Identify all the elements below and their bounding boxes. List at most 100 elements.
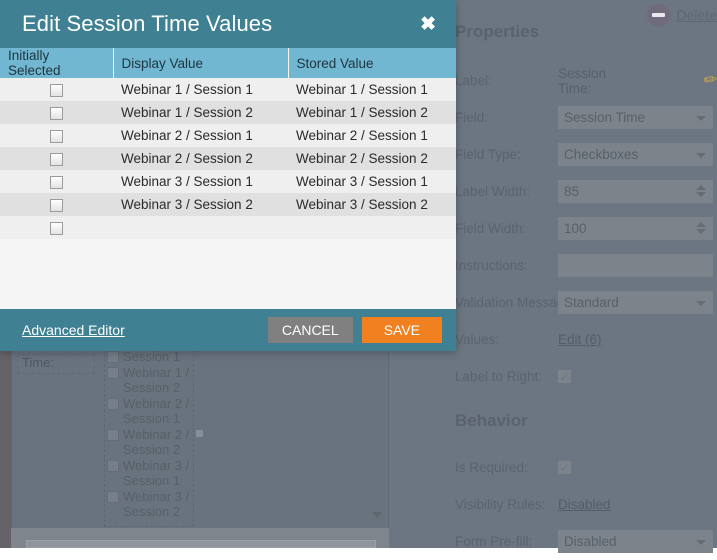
cell-initially-selected[interactable] bbox=[0, 147, 113, 170]
checkbox-icon[interactable] bbox=[107, 398, 119, 410]
table-row[interactable]: Webinar 3 / Session 2 Webinar 3 / Sessio… bbox=[0, 193, 456, 216]
close-icon[interactable]: ✖ bbox=[416, 13, 440, 36]
checkbox-icon[interactable] bbox=[50, 199, 63, 212]
cancel-button[interactable]: CANCEL bbox=[268, 317, 353, 343]
checkbox-icon[interactable] bbox=[50, 153, 63, 166]
property-label: Label: bbox=[455, 73, 558, 88]
table-row[interactable]: Webinar 3 / Session 1 Webinar 3 / Sessio… bbox=[0, 170, 456, 193]
validation-message-value: Standard bbox=[564, 295, 619, 310]
property-label: Field Width: bbox=[455, 221, 558, 236]
cell-display-value[interactable]: Webinar 1 / Session 2 bbox=[113, 101, 288, 124]
chevron-down-icon bbox=[696, 116, 706, 121]
cell-initially-selected[interactable] bbox=[0, 101, 113, 124]
cell-stored-value[interactable]: Webinar 1 / Session 2 bbox=[288, 101, 456, 124]
property-label: Visibility Rules: bbox=[455, 497, 558, 512]
values-edit-link[interactable]: Edit (6) bbox=[558, 332, 602, 347]
cell-display-value[interactable]: Webinar 2 / Session 2 bbox=[113, 147, 288, 170]
checkbox-icon[interactable] bbox=[107, 460, 119, 472]
field-width-stepper[interactable]: 100 bbox=[558, 217, 713, 240]
property-label: Instructions: bbox=[455, 258, 558, 273]
cell-stored-value[interactable]: Webinar 3 / Session 2 bbox=[288, 193, 456, 216]
is-required-checkbox[interactable]: ✓ bbox=[558, 461, 571, 474]
form-preview-option-label: Webinar 3 / Session 2 bbox=[123, 489, 191, 519]
field-select[interactable]: Session Time bbox=[558, 106, 713, 129]
form-preview-option[interactable]: Session 1 bbox=[107, 349, 191, 364]
cell-initially-selected[interactable] bbox=[0, 78, 113, 101]
stepper-arrows-icon[interactable] bbox=[696, 222, 706, 234]
dialog-title: Edit Session Time Values bbox=[22, 11, 272, 37]
form-preview-option[interactable]: Webinar 3 / Session 1 bbox=[107, 458, 191, 488]
cell-display-value[interactable]: Webinar 3 / Session 2 bbox=[113, 193, 288, 216]
form-preview-checkbox-group: Session 1 Webinar 1 / Session 2 Webinar … bbox=[104, 344, 194, 527]
form-prefill-value: Disabled bbox=[564, 534, 617, 549]
cell-stored-value[interactable]: Webinar 1 / Session 1 bbox=[288, 78, 456, 101]
resize-handle[interactable] bbox=[196, 430, 203, 437]
table-row-empty[interactable] bbox=[0, 216, 456, 239]
checkbox-icon[interactable] bbox=[107, 491, 119, 503]
table-row[interactable]: Webinar 2 / Session 1 Webinar 2 / Sessio… bbox=[0, 124, 456, 147]
checkbox-icon[interactable] bbox=[107, 351, 119, 363]
chevron-down-icon bbox=[696, 540, 706, 545]
cell-display-value[interactable]: Webinar 3 / Session 1 bbox=[113, 170, 288, 193]
cell-initially-selected[interactable] bbox=[0, 124, 113, 147]
validation-message-select[interactable]: Standard bbox=[558, 291, 713, 314]
field-type-select[interactable]: Checkboxes bbox=[558, 143, 713, 166]
save-button[interactable]: SAVE bbox=[362, 317, 442, 343]
cell-initially-selected[interactable] bbox=[0, 216, 113, 239]
property-row-values: Values: Edit (6) bbox=[455, 321, 717, 358]
instructions-input[interactable] bbox=[558, 254, 713, 277]
form-preview-option[interactable]: Webinar 2 / Session 2 bbox=[107, 427, 191, 457]
form-preview-field-label: Time: bbox=[17, 354, 95, 374]
form-preview-option-label: Webinar 2 / Session 2 bbox=[123, 427, 191, 457]
form-preview-canvas: Time: Session 1 Webinar 1 / Session 2 We… bbox=[11, 352, 389, 528]
advanced-editor-link[interactable]: Advanced Editor bbox=[22, 322, 125, 338]
stepper-arrows-icon[interactable] bbox=[696, 185, 706, 197]
property-label: Label Width: bbox=[455, 184, 558, 199]
cell-initially-selected[interactable] bbox=[0, 193, 113, 216]
cell-display-value[interactable]: Webinar 1 / Session 1 bbox=[113, 78, 288, 101]
label-width-value: 85 bbox=[564, 184, 579, 199]
cell-display-value[interactable]: Webinar 2 / Session 1 bbox=[113, 124, 288, 147]
cell-initially-selected[interactable] bbox=[0, 170, 113, 193]
column-header-initially-selected: Initially Selected bbox=[0, 48, 113, 78]
checkbox-icon[interactable] bbox=[50, 176, 63, 189]
property-row-label-width: Label Width: 85 bbox=[455, 173, 717, 210]
property-label: Values: bbox=[455, 332, 558, 347]
label-to-right-checkbox[interactable]: ✓ bbox=[558, 370, 571, 383]
table-row[interactable]: Webinar 1 / Session 2 Webinar 1 / Sessio… bbox=[0, 101, 456, 124]
field-width-value: 100 bbox=[564, 221, 587, 236]
pencil-edit-icon[interactable]: ✏ bbox=[703, 72, 717, 90]
property-row-form-prefill: Form Pre-fill: Disabled bbox=[455, 523, 717, 560]
cell-stored-value[interactable]: Webinar 2 / Session 2 bbox=[288, 147, 456, 170]
table-row[interactable]: Webinar 1 / Session 1 Webinar 1 / Sessio… bbox=[0, 78, 456, 101]
form-prefill-select[interactable]: Disabled bbox=[558, 530, 713, 553]
chevron-down-icon bbox=[696, 301, 706, 306]
form-preview-option-label: Webinar 1 / Session 2 bbox=[123, 365, 191, 395]
checkbox-icon[interactable] bbox=[50, 107, 63, 120]
cell-stored-value[interactable] bbox=[288, 216, 456, 239]
checkbox-icon[interactable] bbox=[107, 367, 119, 379]
table-empty-space bbox=[0, 239, 456, 294]
property-label: Label to Right: bbox=[455, 369, 558, 384]
table-row[interactable]: Webinar 2 / Session 2 Webinar 2 / Sessio… bbox=[0, 147, 456, 170]
cell-stored-value[interactable]: Webinar 3 / Session 1 bbox=[288, 170, 456, 193]
table-header-row: Initially Selected Display Value Stored … bbox=[0, 48, 456, 78]
checkbox-icon[interactable] bbox=[50, 130, 63, 143]
field-type-select-value: Checkboxes bbox=[564, 147, 638, 162]
visibility-rules-link[interactable]: Disabled bbox=[558, 497, 611, 512]
form-preview-option[interactable]: Webinar 3 / Session 2 bbox=[107, 489, 191, 519]
checkbox-icon[interactable] bbox=[50, 222, 63, 235]
form-preview-option[interactable]: Webinar 2 / Session 1 bbox=[107, 396, 191, 426]
cell-stored-value[interactable]: Webinar 2 / Session 1 bbox=[288, 124, 456, 147]
property-row-is-required: Is Required: ✓ bbox=[455, 449, 717, 486]
checkbox-icon[interactable] bbox=[107, 429, 119, 441]
delete-link[interactable]: Delete bbox=[677, 7, 717, 23]
form-preview-option-label: Session 1 bbox=[123, 349, 180, 364]
checkbox-icon[interactable] bbox=[50, 84, 63, 97]
scroll-down-icon[interactable] bbox=[372, 512, 382, 518]
form-preview-option[interactable]: Webinar 1 / Session 2 bbox=[107, 365, 191, 395]
form-preview-footer-field bbox=[26, 540, 376, 548]
field-select-value: Session Time bbox=[564, 110, 645, 125]
label-width-stepper[interactable]: 85 bbox=[558, 180, 713, 203]
cell-display-value[interactable] bbox=[113, 216, 288, 239]
